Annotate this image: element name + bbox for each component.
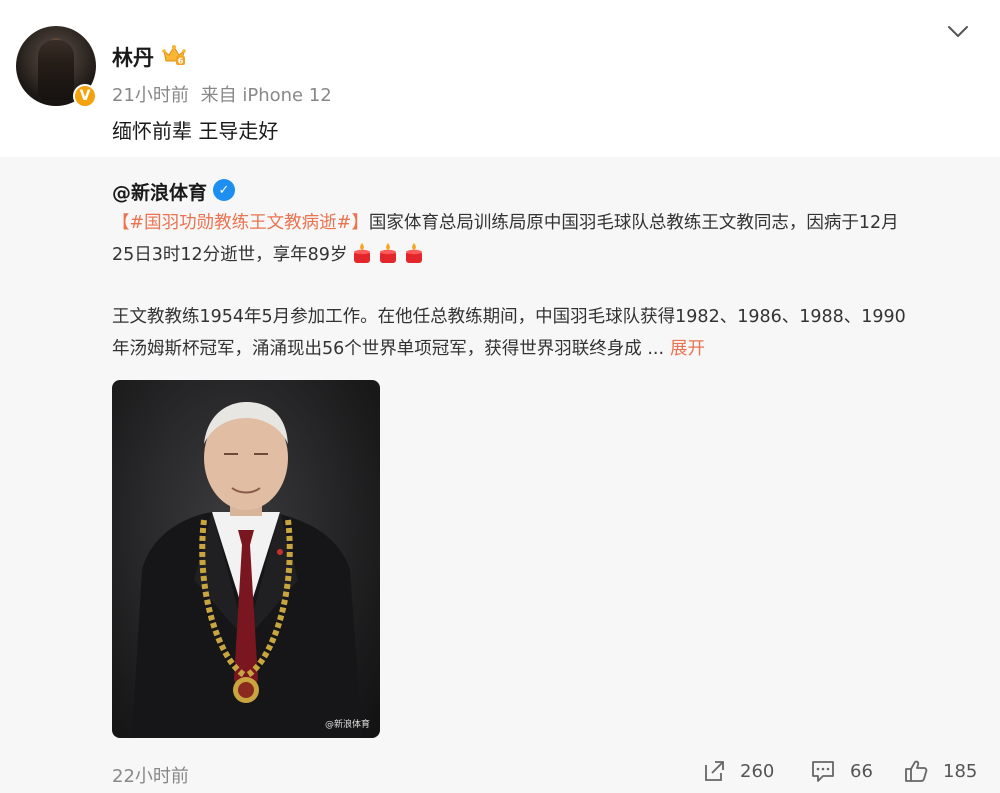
- paragraph-line: 王文教教练1954年5月参加工作。在他任总教练期间，中国羽毛球队获得1982、1…: [112, 307, 906, 327]
- like-count: 185: [943, 760, 978, 782]
- verified-badge-icon: ✓: [213, 179, 235, 201]
- thumbs-up-icon: [905, 760, 928, 782]
- comment-icon: [812, 761, 834, 782]
- post-photo[interactable]: @新浪体育: [112, 380, 380, 738]
- svg-text:6: 6: [178, 57, 184, 66]
- post-header: V 林丹 6 21小时前 来自 iPhone 12 缅怀前辈 王导走好: [0, 0, 1000, 157]
- post-text: 缅怀前辈 王导走好: [112, 119, 279, 143]
- comment-button[interactable]: 66: [810, 759, 873, 783]
- expand-link[interactable]: 展开: [670, 339, 705, 359]
- candle-icon: [380, 243, 397, 263]
- original-text-paragraph: 王文教教练1954年5月参加工作。在他任总教练期间，中国羽毛球队获得1982、1…: [112, 301, 972, 365]
- like-button[interactable]: 185: [903, 759, 977, 783]
- username[interactable]: 林丹: [112, 42, 154, 72]
- vip-crown-icon[interactable]: 6: [162, 44, 186, 66]
- hashtag-bracket-close: 】: [351, 213, 369, 233]
- post-meta: 21小时前 来自 iPhone 12: [112, 81, 332, 107]
- share-icon: [705, 761, 724, 781]
- hashtag-link[interactable]: #国羽功勋教练王文教病逝#: [130, 213, 352, 233]
- post-time[interactable]: 21小时前: [112, 85, 189, 106]
- original-text-line1: 国家体育总局训练局原中国羽毛球队总教练王文教同志，因病于12月: [368, 213, 899, 233]
- verified-badge-icon: V: [73, 84, 97, 108]
- forward-count: 260: [740, 760, 775, 782]
- candle-icon: [406, 243, 423, 263]
- repost-time[interactable]: 22小时前: [112, 762, 189, 788]
- original-author[interactable]: @新浪体育: [112, 178, 207, 205]
- portrait-illustration: [132, 402, 362, 738]
- photo-watermark: @新浪体育: [324, 720, 370, 730]
- candle-icon: [354, 243, 371, 263]
- forward-button[interactable]: 260: [702, 759, 774, 783]
- post-source: 来自 iPhone 12: [200, 85, 332, 106]
- comment-count: 66: [850, 760, 873, 782]
- chevron-down-icon[interactable]: [946, 24, 970, 40]
- original-text-line2: 25日3时12分逝世，享年89岁: [112, 245, 348, 265]
- hashtag-bracket-open: 【: [112, 213, 130, 233]
- paragraph-line: 年汤姆斯杯冠军，涌涌现出56个世界单项冠军，获得世界羽联终身成 ...: [112, 339, 665, 359]
- repost-card[interactable]: @新浪体育 ✓ 【#国羽功勋教练王文教病逝#】国家体育总局训练局原中国羽毛球队总…: [0, 157, 1000, 793]
- original-text: 【#国羽功勋教练王文教病逝#】国家体育总局训练局原中国羽毛球队总教练王文教同志，…: [112, 207, 972, 271]
